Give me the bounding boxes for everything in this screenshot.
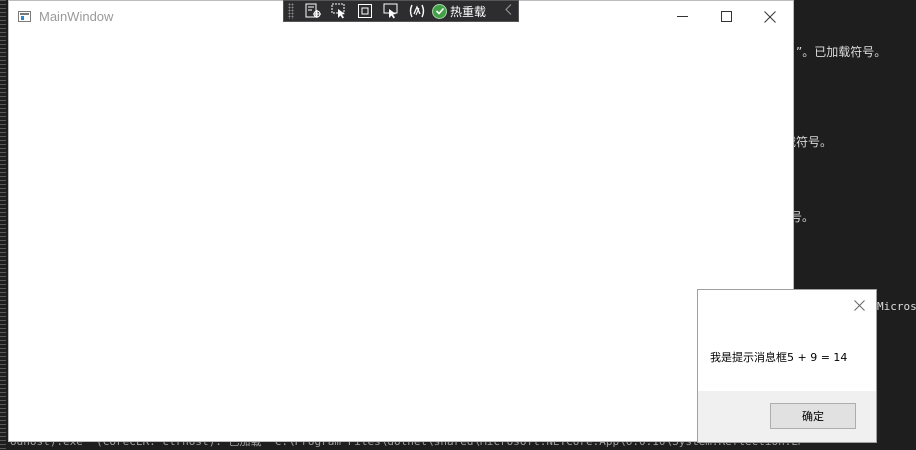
track-focus-button[interactable] [378,1,404,21]
hot-reload-button[interactable]: 热重载 [432,3,486,20]
console-line: ”。已加载符号。 [796,45,887,59]
message-text: 我是提示消息框5 + 9 = 14 [710,351,848,364]
debug-toolbar: 热重载 [283,0,519,22]
console-edge [0,0,6,450]
window-title: MainWindow [39,9,114,24]
dialog-footer: 确定 [698,391,876,442]
adorner-square-icon [358,4,372,18]
track-focus-icon [383,3,398,19]
app-window-icon [18,11,31,22]
close-button[interactable] [747,1,793,32]
dialog-close-button[interactable] [848,294,870,316]
hot-reload-check-icon [432,3,447,19]
select-pointer-icon [331,3,345,19]
minimize-button[interactable] [659,1,705,32]
chevron-left-icon [505,4,512,15]
maximize-button[interactable] [703,1,749,32]
display-adorners-button[interactable] [352,1,378,21]
collapse-toolbar-button[interactable] [505,4,512,18]
select-element-button[interactable] [326,1,352,21]
message-box-dialog: 我是提示消息框5 + 9 = 14 确定 [697,289,877,443]
close-icon [764,10,776,23]
main-window: MainWindow [8,0,794,442]
hot-reload-label: 热重载 [450,4,487,19]
toolbar-grip[interactable] [288,3,294,19]
maximize-icon [720,11,732,22]
console-line: Micros [877,300,916,313]
minimize-icon [676,16,688,17]
ok-button[interactable]: 确定 [770,403,856,429]
binding-failures-button[interactable] [404,1,430,21]
visual-tree-icon [305,3,321,18]
binding-icon [409,4,425,18]
close-icon [853,299,865,311]
live-visual-tree-button[interactable] [300,1,326,21]
